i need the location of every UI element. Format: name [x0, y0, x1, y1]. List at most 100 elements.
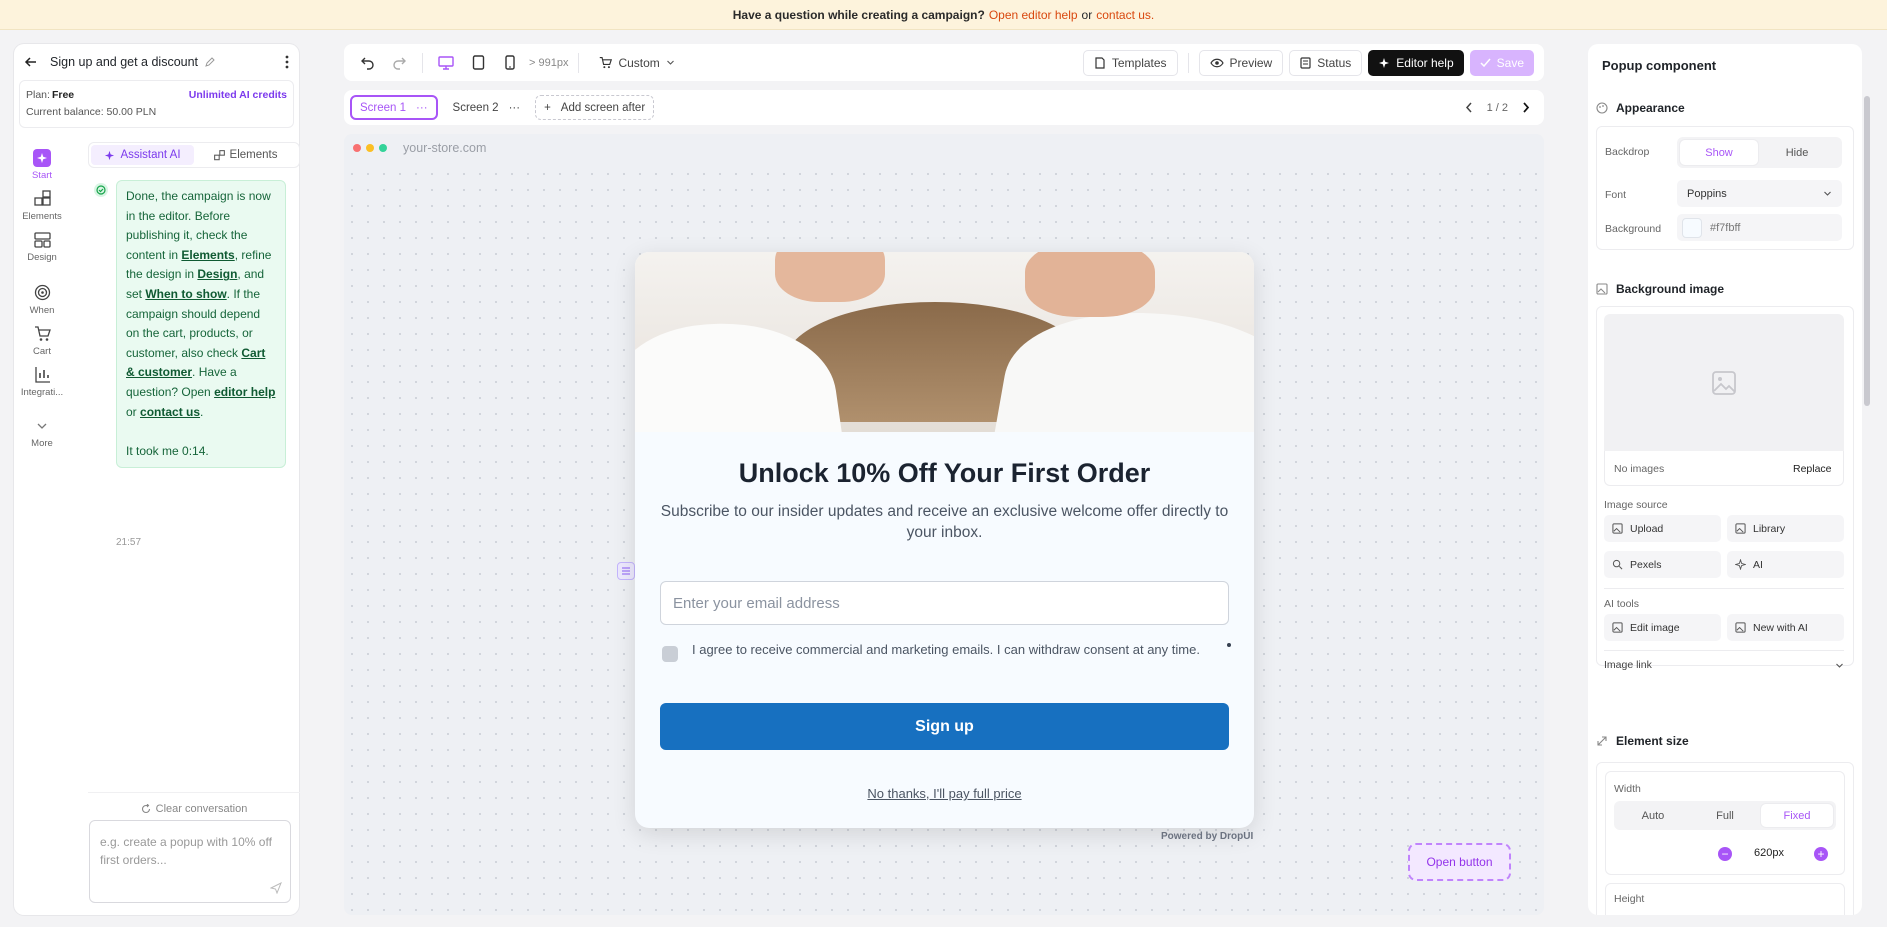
- cart-icon: [33, 325, 51, 343]
- custom-dropdown[interactable]: Custom: [589, 50, 684, 76]
- open-button[interactable]: Open button: [1408, 843, 1511, 881]
- properties-panel: Popup component Appearance Backdrop Show…: [1588, 44, 1862, 915]
- credits-link[interactable]: Unlimited AI credits: [189, 89, 287, 101]
- tab-assistant-ai[interactable]: Assistant AI: [91, 145, 194, 165]
- rail-when[interactable]: When: [14, 279, 70, 320]
- tab-elements[interactable]: Elements: [194, 145, 297, 165]
- width-fixed[interactable]: Fixed: [1761, 804, 1833, 827]
- rail-more[interactable]: More: [14, 412, 70, 453]
- templates-button[interactable]: Templates: [1082, 49, 1178, 76]
- screen-tab-2[interactable]: Screen 2 ···: [444, 95, 530, 120]
- section-background-image[interactable]: Background image: [1596, 282, 1724, 296]
- edit-image-button[interactable]: Edit image: [1604, 614, 1721, 641]
- replace-button[interactable]: Replace: [1793, 463, 1832, 475]
- divider: [1604, 588, 1844, 589]
- section-label: Appearance: [1616, 101, 1685, 115]
- back-arrow-icon[interactable]: [24, 55, 38, 69]
- decline-link[interactable]: No thanks, I'll pay full price: [635, 786, 1254, 801]
- rail-label: Integrati...: [20, 386, 64, 398]
- chart-icon: [33, 366, 51, 384]
- section-appearance[interactable]: Appearance: [1596, 101, 1685, 115]
- popup-component[interactable]: Unlock 10% Off Your First Order Subscrib…: [635, 252, 1254, 828]
- editor-help-button[interactable]: Editor help: [1368, 49, 1464, 76]
- backdrop-show[interactable]: Show: [1680, 140, 1758, 165]
- more-horizontal-icon[interactable]: ···: [509, 102, 521, 114]
- chevron-down-icon: [33, 417, 51, 435]
- mobile-view-button[interactable]: [497, 50, 523, 76]
- popup-title[interactable]: Unlock 10% Off Your First Order: [635, 458, 1254, 489]
- popup-subtitle[interactable]: Subscribe to our insider updates and rec…: [659, 501, 1230, 543]
- chevron-right-icon[interactable]: [1522, 102, 1530, 113]
- banner-help-link[interactable]: Open editor help: [989, 8, 1078, 22]
- rail-design[interactable]: Design: [14, 226, 70, 267]
- image-link-row[interactable]: Image link: [1604, 659, 1844, 671]
- consent-row: I agree to receive commercial and market…: [662, 641, 1222, 662]
- width-full[interactable]: Full: [1689, 804, 1761, 827]
- more-vertical-icon[interactable]: [285, 55, 289, 69]
- required-dot: [1227, 643, 1231, 647]
- campaign-title[interactable]: Sign up and get a discount: [50, 55, 198, 69]
- edit-image-label: Edit image: [1630, 621, 1680, 634]
- drag-handle-icon[interactable]: [617, 562, 635, 580]
- image-placeholder[interactable]: [1604, 314, 1844, 451]
- target-icon: [33, 284, 51, 302]
- msg-text: .: [200, 404, 204, 419]
- clear-label: Clear conversation: [155, 803, 248, 815]
- tablet-view-button[interactable]: [465, 50, 491, 76]
- eye-icon: [1209, 58, 1224, 68]
- rail-cart[interactable]: Cart: [14, 320, 70, 361]
- upload-label: Upload: [1630, 522, 1664, 535]
- link-design[interactable]: Design: [197, 267, 237, 281]
- plus-icon: +: [544, 101, 551, 114]
- width-auto[interactable]: Auto: [1617, 804, 1689, 827]
- ai-image-button[interactable]: AI: [1727, 551, 1844, 578]
- width-increment-button[interactable]: +: [1814, 847, 1828, 861]
- status-button[interactable]: Status: [1289, 49, 1363, 76]
- library-button[interactable]: Library: [1727, 515, 1844, 542]
- send-icon[interactable]: [270, 882, 282, 894]
- resize-icon: [1596, 735, 1608, 747]
- font-select[interactable]: Poppins: [1677, 180, 1842, 207]
- window-dot-yellow: [366, 144, 374, 152]
- new-with-ai-button[interactable]: New with AI: [1727, 614, 1844, 641]
- link-contact-us[interactable]: contact us: [140, 405, 200, 419]
- window-dot-red: [353, 144, 361, 152]
- screen-tab-1[interactable]: Screen 1 ···: [350, 95, 438, 120]
- width-value[interactable]: 620px: [1754, 847, 1784, 859]
- upload-button[interactable]: Upload: [1604, 515, 1721, 542]
- section-element-size[interactable]: Element size: [1596, 734, 1689, 748]
- rail-start[interactable]: Start: [14, 144, 70, 185]
- rail-integrations[interactable]: Integrati...: [14, 361, 70, 402]
- chevron-left-icon[interactable]: [1465, 102, 1473, 113]
- save-button[interactable]: Save: [1469, 49, 1534, 76]
- pexels-button[interactable]: Pexels: [1604, 551, 1721, 578]
- color-swatch[interactable]: [1682, 217, 1702, 238]
- undo-button[interactable]: [354, 50, 380, 76]
- signup-button[interactable]: Sign up: [660, 703, 1229, 750]
- edit-pencil-icon[interactable]: [204, 56, 215, 68]
- section-label: Element size: [1616, 734, 1689, 748]
- sparkle-icon: [33, 148, 51, 167]
- desktop-view-button[interactable]: [433, 50, 459, 76]
- element-size-card: Width Auto Full Fixed − 620px + Height: [1596, 762, 1854, 915]
- add-screen-button[interactable]: + Add screen after: [535, 95, 655, 120]
- clear-conversation-button[interactable]: Clear conversation: [88, 792, 300, 815]
- width-mode-toggle: Auto Full Fixed: [1614, 801, 1836, 830]
- email-field[interactable]: Enter your email address: [660, 581, 1229, 625]
- redo-button[interactable]: [386, 50, 412, 76]
- preview-label: Preview: [1229, 55, 1273, 70]
- link-elements[interactable]: Elements: [181, 248, 234, 262]
- chat-input[interactable]: e.g. create a popup with 10% off first o…: [89, 820, 291, 903]
- background-color-field[interactable]: #f7fbff: [1677, 214, 1842, 241]
- banner-contact-link[interactable]: contact us.: [1096, 8, 1154, 22]
- more-horizontal-icon[interactable]: ···: [416, 102, 428, 114]
- consent-checkbox[interactable]: [662, 646, 678, 662]
- link-when-to-show[interactable]: When to show: [145, 287, 226, 301]
- link-editor-help[interactable]: editor help: [214, 385, 275, 399]
- rail-elements[interactable]: Elements: [14, 185, 70, 226]
- preview-button[interactable]: Preview: [1198, 49, 1284, 76]
- edit-image-icon: [1612, 622, 1623, 633]
- panel-scrollbar[interactable]: [1864, 96, 1870, 406]
- backdrop-hide[interactable]: Hide: [1758, 140, 1836, 165]
- width-decrement-button[interactable]: −: [1718, 847, 1732, 861]
